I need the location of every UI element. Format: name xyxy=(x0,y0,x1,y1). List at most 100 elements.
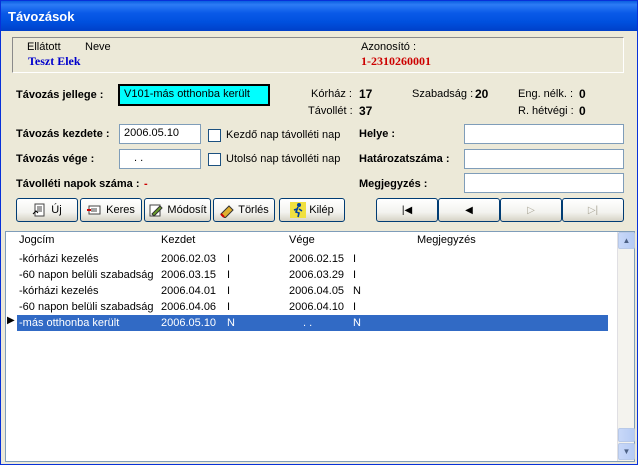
modosit-button[interactable]: Módosít xyxy=(144,198,211,222)
cell-kezdet-flag: N xyxy=(227,317,235,329)
cell-jogcim: -más otthonba került xyxy=(19,317,120,329)
kilep-button[interactable]: Kilép xyxy=(279,198,345,222)
cell-kezdet-flag: I xyxy=(227,253,231,265)
cell-vege-flag: I xyxy=(353,269,357,281)
kezdete-input[interactable]: 2006.05.10 xyxy=(119,124,201,144)
label-szabadsag: Szabadság : xyxy=(412,88,474,100)
window: Távozások Ellátott Neve Teszt Elek Azono… xyxy=(0,0,638,465)
patient-name: Teszt Elek xyxy=(28,54,81,68)
col-kezdet[interactable]: Kezdet xyxy=(161,234,195,246)
cell-kezdet: 2006.04.01 xyxy=(161,285,217,297)
label-napok: Távolléti napok száma : xyxy=(16,178,140,190)
value-szabadsag: 20 xyxy=(475,87,489,101)
cell-jogcim: -60 napon belüli szabadság xyxy=(19,269,154,281)
vege-input[interactable]: . . xyxy=(119,149,201,169)
label-neve: Neve xyxy=(85,41,111,53)
torles-label: Törlés xyxy=(238,204,269,216)
utolso-nap-label: Utolsó nap távolléti nap xyxy=(226,153,341,165)
table-row[interactable]: -kórházi kezelés 2006.02.03 I 2006.02.15… xyxy=(6,251,616,267)
label-eng-nelk: Eng. nélk. : xyxy=(518,88,574,100)
label-kezdete: Távozás kezdete : xyxy=(16,128,110,140)
cell-vege-flag: I xyxy=(353,301,357,313)
prev-record-icon: ◀ xyxy=(465,204,473,216)
first-record-icon: |◀ xyxy=(401,204,413,216)
uj-label: Új xyxy=(51,204,62,216)
cell-kezdet-flag: I xyxy=(227,301,231,313)
table-row[interactable]: -60 napon belüli szabadság 2006.04.06 I … xyxy=(6,299,616,315)
cell-vege-flag: I xyxy=(353,253,357,265)
table-row-selected[interactable]: -más otthonba került 2006.05.10 N . . N xyxy=(17,315,608,331)
kezdo-nap-checkbox[interactable] xyxy=(208,129,221,142)
keres-button[interactable]: Keres xyxy=(80,198,142,222)
torles-button[interactable]: Törlés xyxy=(213,198,275,222)
nav-next-button[interactable]: ▷ xyxy=(500,198,562,222)
jellege-input[interactable]: V101-más otthonba került xyxy=(118,84,270,106)
label-ellatott: Ellátott xyxy=(27,41,61,53)
cell-vege-flag: N xyxy=(353,285,361,297)
cell-vege: 2006.04.05 xyxy=(289,285,345,297)
vertical-scrollbar[interactable]: ▲ ▼ xyxy=(617,232,635,461)
kezdo-nap-label: Kezdő nap távolléti nap xyxy=(226,129,341,141)
label-vege: Távozás vége : xyxy=(16,153,95,165)
records-grid[interactable]: Jogcím Kezdet Vége Megjegyzés -kórházi k… xyxy=(5,231,635,462)
label-azonosito: Azonosító : xyxy=(361,41,417,53)
cell-vege-flag: N xyxy=(353,317,361,329)
napok-value: - xyxy=(144,178,148,190)
col-vege[interactable]: Vége xyxy=(289,234,315,246)
cell-vege: 2006.02.15 xyxy=(289,253,345,265)
cell-kezdet: 2006.04.06 xyxy=(161,301,217,313)
kilep-label: Kilép xyxy=(309,204,334,216)
label-helye: Helye : xyxy=(359,128,396,140)
title-bar[interactable]: Távozások xyxy=(1,1,637,31)
patient-id: 1-2310260001 xyxy=(361,54,431,68)
scroll-up-icon[interactable]: ▲ xyxy=(618,232,635,249)
new-document-icon xyxy=(32,203,45,217)
col-jogcim[interactable]: Jogcím xyxy=(19,234,54,246)
table-row[interactable]: -kórházi kezelés 2006.04.01 I 2006.04.05… xyxy=(6,283,616,299)
grid-header: Jogcím Kezdet Vége Megjegyzés xyxy=(6,232,616,248)
cell-jogcim: -60 napon belüli szabadság xyxy=(19,301,154,313)
scroll-thumb[interactable] xyxy=(618,428,635,442)
label-korhaz: Kórház : xyxy=(311,88,352,100)
value-eng-nelk: 0 xyxy=(579,87,586,101)
label-megjegyzes: Megjegyzés : xyxy=(359,178,428,190)
cell-kezdet-flag: I xyxy=(227,269,231,281)
eraser-icon xyxy=(220,205,234,218)
cell-vege: 2006.03.29 xyxy=(289,269,345,281)
value-tavollet: 37 xyxy=(359,104,373,118)
scroll-down-icon[interactable]: ▼ xyxy=(618,443,635,460)
hatarozat-input[interactable] xyxy=(464,149,624,169)
value-hetvegi: 0 xyxy=(579,104,586,118)
helye-input[interactable] xyxy=(464,124,624,144)
window-title: Távozások xyxy=(8,9,75,24)
edit-icon xyxy=(149,204,164,217)
nav-last-button[interactable]: ▷| xyxy=(562,198,624,222)
search-icon xyxy=(87,205,101,215)
label-hatarozat: Határozatszáma : xyxy=(359,153,450,165)
uj-button[interactable]: Új xyxy=(16,198,78,222)
label-hetvegi: R. hétvégi : xyxy=(518,105,574,117)
cell-vege: . . xyxy=(303,317,313,329)
nav-first-button[interactable]: |◀ xyxy=(376,198,438,222)
label-jellege: Távozás jellege : xyxy=(16,89,104,101)
col-megjegyzes[interactable]: Megjegyzés xyxy=(417,234,476,246)
modosit-label: Módosít xyxy=(167,204,207,216)
cell-jogcim: -kórházi kezelés xyxy=(19,253,99,265)
last-record-icon: ▷| xyxy=(587,204,599,216)
cell-kezdet: 2006.05.10 xyxy=(161,317,217,329)
megjegyzes-input[interactable] xyxy=(464,173,624,193)
nav-prev-button[interactable]: ◀ xyxy=(438,198,500,222)
row-pointer-icon: ▶ xyxy=(7,315,15,326)
utolso-nap-checkbox[interactable] xyxy=(208,153,221,166)
label-tavollet: Távollét : xyxy=(308,105,353,117)
keres-label: Keres xyxy=(106,204,135,216)
next-record-icon: ▷ xyxy=(527,204,535,216)
exit-runner-icon xyxy=(290,202,307,218)
cell-vege: 2006.04.10 xyxy=(289,301,345,313)
cell-kezdet: 2006.03.15 xyxy=(161,269,217,281)
cell-kezdet: 2006.02.03 xyxy=(161,253,217,265)
cell-kezdet-flag: I xyxy=(227,285,231,297)
table-row[interactable]: -60 napon belüli szabadság 2006.03.15 I … xyxy=(6,267,616,283)
value-korhaz: 17 xyxy=(359,87,373,101)
cell-jogcim: -kórházi kezelés xyxy=(19,285,99,297)
